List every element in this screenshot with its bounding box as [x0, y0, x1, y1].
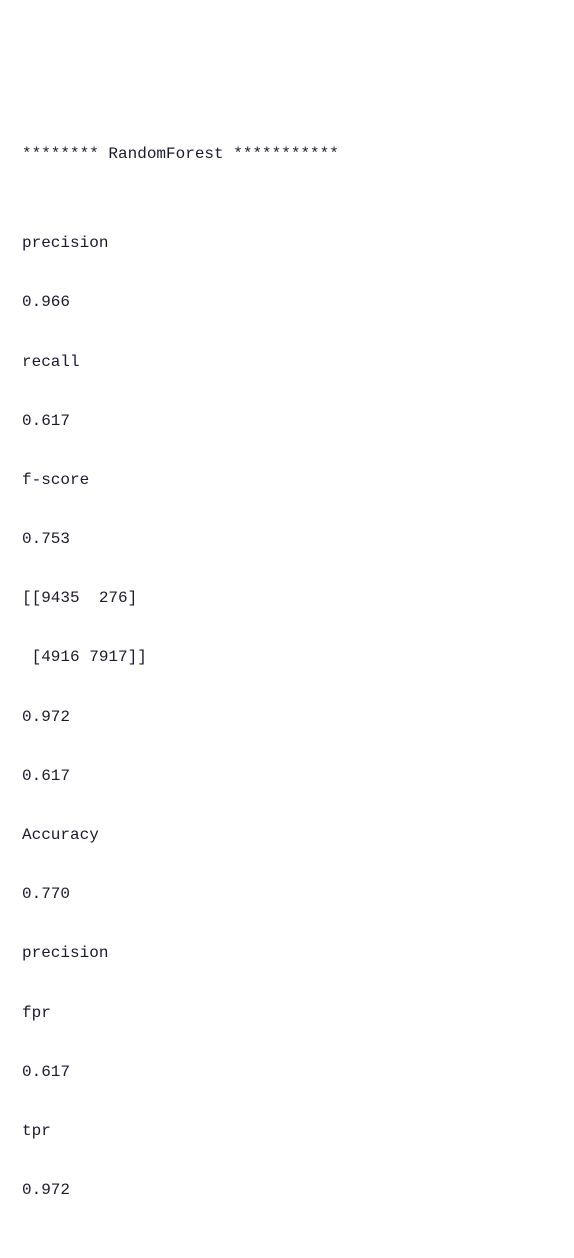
accuracy-label: Accuracy	[22, 821, 552, 851]
fpr-value: 0.617	[22, 1058, 552, 1088]
fscore-value: 0.753	[22, 525, 552, 555]
precision-label-2: precision	[22, 939, 552, 969]
precision-value: 0.966	[22, 288, 552, 318]
fscore-label: f-score	[22, 466, 552, 496]
accuracy-value: 0.770	[22, 880, 552, 910]
tpr-value: 0.972	[22, 1176, 552, 1206]
precision-label: precision	[22, 229, 552, 259]
confusion-matrix-row1: [[9435 276]	[22, 584, 552, 614]
fpr-label: fpr	[22, 999, 552, 1029]
recall-value: 0.617	[22, 407, 552, 437]
header-line: ******** RandomForest ***********	[22, 140, 552, 170]
metric-value-1: 0.972	[22, 703, 552, 733]
tpr-label: tpr	[22, 1117, 552, 1147]
confusion-matrix-row2: [4916 7917]]	[22, 643, 552, 673]
metric-value-2: 0.617	[22, 762, 552, 792]
recall-label: recall	[22, 348, 552, 378]
